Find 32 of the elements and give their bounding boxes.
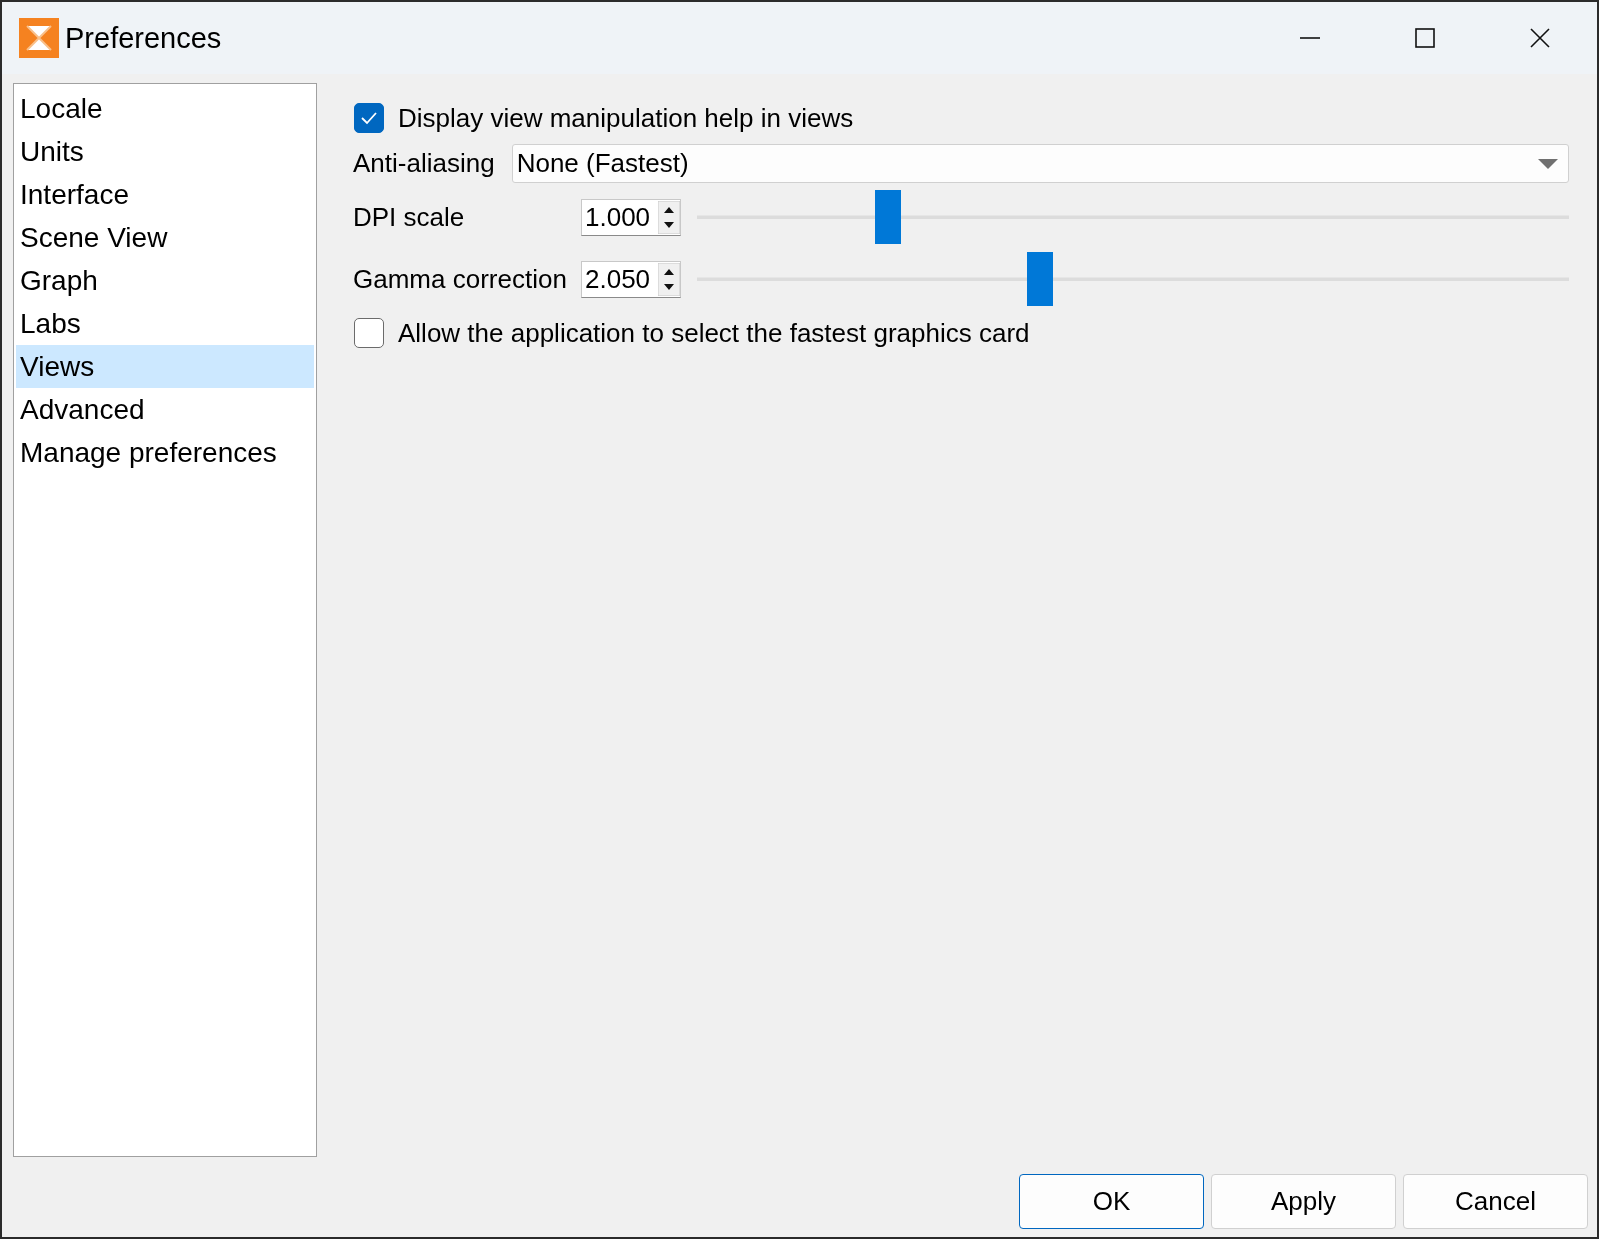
dropdown-arrow-icon	[1538, 158, 1558, 169]
dialog-button[interactable]: OK	[1019, 1174, 1204, 1229]
spin-arrows-icon[interactable]	[658, 200, 680, 234]
minimize-icon	[1299, 37, 1320, 39]
slider-thumb[interactable]	[874, 190, 901, 244]
spin-arrows-icon[interactable]	[658, 262, 680, 296]
sidebar-item[interactable]: Graph	[16, 259, 314, 302]
dropdown[interactable]: None (Fastest)	[511, 144, 1569, 183]
close-icon	[1529, 28, 1550, 48]
sidebar-item[interactable]: Advanced	[16, 388, 314, 431]
sidebar-item[interactable]: Units	[16, 130, 314, 173]
spin-box[interactable]: 2.050	[581, 260, 681, 298]
sidebar-item[interactable]: Locale	[16, 87, 314, 130]
checkbox-label: Allow the application to select the fastest graphics card	[398, 317, 1030, 349]
dialog-button[interactable]: Cancel	[1403, 1174, 1588, 1229]
sidebar-item[interactable]: Views	[16, 345, 314, 388]
app-logo-icon	[19, 18, 59, 58]
sidebar-item[interactable]: Scene View	[16, 216, 314, 259]
checkbox[interactable]	[354, 103, 384, 133]
field-label: DPI scale	[353, 201, 465, 232]
sidebar-item[interactable]: Manage preferences	[16, 431, 314, 474]
sidebar-item[interactable]: Labs	[16, 302, 314, 345]
maximize-icon	[1414, 28, 1435, 48]
checkbox[interactable]	[354, 318, 384, 348]
slider-thumb[interactable]	[1026, 252, 1053, 306]
sidebar-item[interactable]: Interface	[16, 173, 314, 216]
field-label: Gamma correction	[353, 263, 567, 294]
dialog-button[interactable]: Apply	[1211, 1174, 1396, 1229]
checkbox-label: Display view manipulation help in views	[398, 102, 854, 134]
window-title: Preferences	[65, 21, 223, 55]
spin-box[interactable]: 1.000	[581, 198, 681, 236]
field-label: Anti-aliasing	[353, 148, 495, 179]
